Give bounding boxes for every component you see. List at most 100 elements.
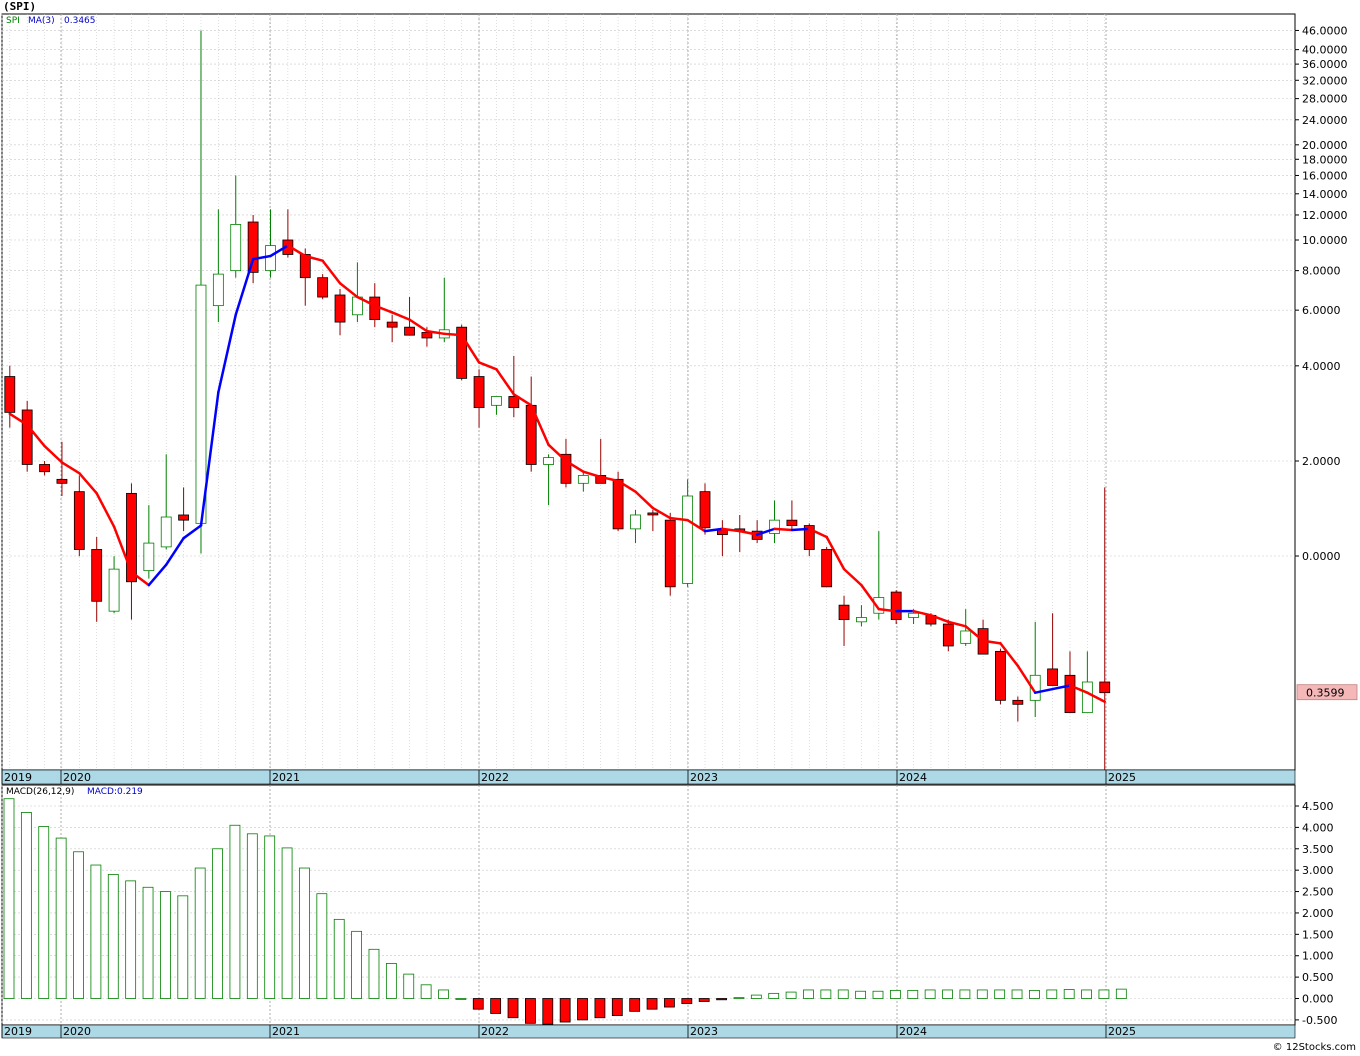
price-axis-tick-label: 10.0000: [1302, 234, 1348, 247]
macd-bar-positive: [299, 867, 310, 999]
candle-up: [212, 273, 224, 307]
macd-bar-negative: [698, 998, 710, 1002]
ma-line-segment: [443, 332, 463, 337]
candle-down: [1047, 668, 1058, 686]
macd-bar-positive: [942, 989, 953, 999]
candle-down: [699, 491, 711, 529]
candle-down: [1012, 699, 1024, 705]
price-axis-tick-label: 4.0000: [1302, 360, 1341, 373]
price-axis-tick-label: 40.0000: [1302, 44, 1348, 57]
macd-axis-tick-label: 3.000: [1302, 864, 1334, 877]
candle-up: [265, 245, 276, 272]
candle-down: [786, 519, 798, 526]
price-xaxis-bar: [1, 769, 1296, 785]
candle-down: [386, 321, 398, 328]
macd-xaxis-label: 2020: [63, 1025, 91, 1038]
macd-bar-positive: [142, 886, 154, 999]
price-axis-tick-label: 0.0000: [1302, 550, 1341, 563]
candle-down: [1099, 681, 1111, 694]
price-xaxis-label: 2024: [899, 771, 927, 784]
candle-down: [56, 478, 68, 484]
candle-down: [178, 514, 190, 521]
macd-bar-positive: [976, 989, 988, 999]
candle-down: [890, 591, 902, 621]
macd-bar-negative: [664, 998, 675, 1008]
macd-bar-positive: [229, 824, 241, 999]
price-xaxis-label: 2023: [690, 771, 718, 784]
macd-bar-positive: [351, 930, 363, 999]
macd-bar-positive: [1098, 989, 1110, 999]
candle-up: [630, 514, 641, 530]
price-legend-symbol: SPI: [6, 16, 20, 26]
macd-bar-positive: [333, 918, 345, 999]
macd-bar-negative: [577, 998, 588, 1021]
price-xaxis-label: 2019: [4, 771, 32, 784]
candle-down: [404, 326, 415, 336]
candle-up: [960, 630, 972, 644]
macd-xaxis-label: 2025: [1108, 1025, 1136, 1038]
macd-bar-positive: [212, 848, 223, 999]
last-price-label: 0.3599: [1306, 687, 1345, 700]
price-axis-tick-label: 24.0000: [1302, 114, 1348, 127]
macd-bar-negative: [507, 998, 519, 1019]
macd-bar-positive: [1063, 989, 1075, 999]
macd-bar-negative: [611, 998, 623, 1017]
macd-bar-positive: [907, 989, 919, 999]
macd-bar-positive: [1081, 989, 1092, 999]
macd-bar-positive: [1115, 988, 1127, 999]
candle-down: [838, 604, 850, 621]
candle-down: [334, 294, 346, 323]
macd-axis-tick-label: 4.000: [1302, 821, 1334, 834]
macd-bar-negative: [490, 998, 502, 1014]
price-axis-tick-label: 32.0000: [1302, 74, 1348, 87]
candle-up: [230, 224, 242, 272]
price-axis-tick-label: 18.0000: [1302, 153, 1348, 166]
macd-axis-tick-label: 2.500: [1302, 886, 1334, 899]
ma-line-segment: [790, 527, 811, 532]
macd-bar-positive: [750, 994, 762, 999]
price-axis-tick-label: 20.0000: [1302, 139, 1348, 152]
candle-up: [543, 457, 554, 465]
macd-bar-positive: [20, 812, 32, 999]
macd-bar-positive: [1046, 989, 1058, 999]
candle-down: [664, 519, 676, 588]
macd-xaxis-label: 2021: [272, 1025, 300, 1038]
candle-up: [195, 284, 207, 524]
macd-bar-positive: [872, 990, 884, 999]
macd-xaxis-label: 2023: [690, 1025, 718, 1038]
macd-legend-name: MACD(26,12,9): [6, 787, 75, 797]
price-axis-tick-label: 6.0000: [1302, 304, 1341, 317]
candle-up: [160, 516, 172, 548]
candle-down: [995, 650, 1006, 701]
candle-down: [508, 396, 520, 409]
macd-bar-positive: [785, 991, 797, 999]
candle-down: [821, 549, 833, 588]
price-axis-tick-label: 2.0000: [1302, 455, 1341, 468]
macd-bar-positive: [368, 948, 380, 999]
macd-bar-positive: [1029, 989, 1040, 999]
candle-up: [577, 475, 589, 484]
candle-down: [126, 492, 137, 583]
macd-axis-tick-label: -0.500: [1302, 1014, 1337, 1027]
macd-bar-negative: [629, 998, 641, 1012]
macd-bar-positive: [160, 891, 171, 999]
candle-down: [473, 376, 485, 409]
macd-bar-positive: [385, 963, 397, 999]
candle-down: [39, 464, 50, 473]
macd-bar-positive: [924, 989, 936, 999]
macd-bar-positive: [855, 990, 867, 999]
macd-axis-tick-label: 2.000: [1302, 907, 1334, 920]
macd-bar-positive: [889, 989, 901, 999]
macd-bar-positive: [264, 835, 276, 999]
candle-down: [942, 623, 954, 647]
macd-bar-positive: [73, 851, 84, 999]
candle-up: [908, 612, 919, 618]
ma-line-segment: [773, 527, 794, 532]
macd-bar-negative: [525, 998, 536, 1024]
price-axis-tick-label: 36.0000: [1302, 58, 1348, 71]
macd-bar-positive: [194, 867, 206, 999]
candle-up: [491, 396, 502, 406]
macd-bar-positive: [768, 992, 780, 999]
macd-bar-positive: [803, 989, 814, 999]
candle-up: [769, 519, 780, 534]
